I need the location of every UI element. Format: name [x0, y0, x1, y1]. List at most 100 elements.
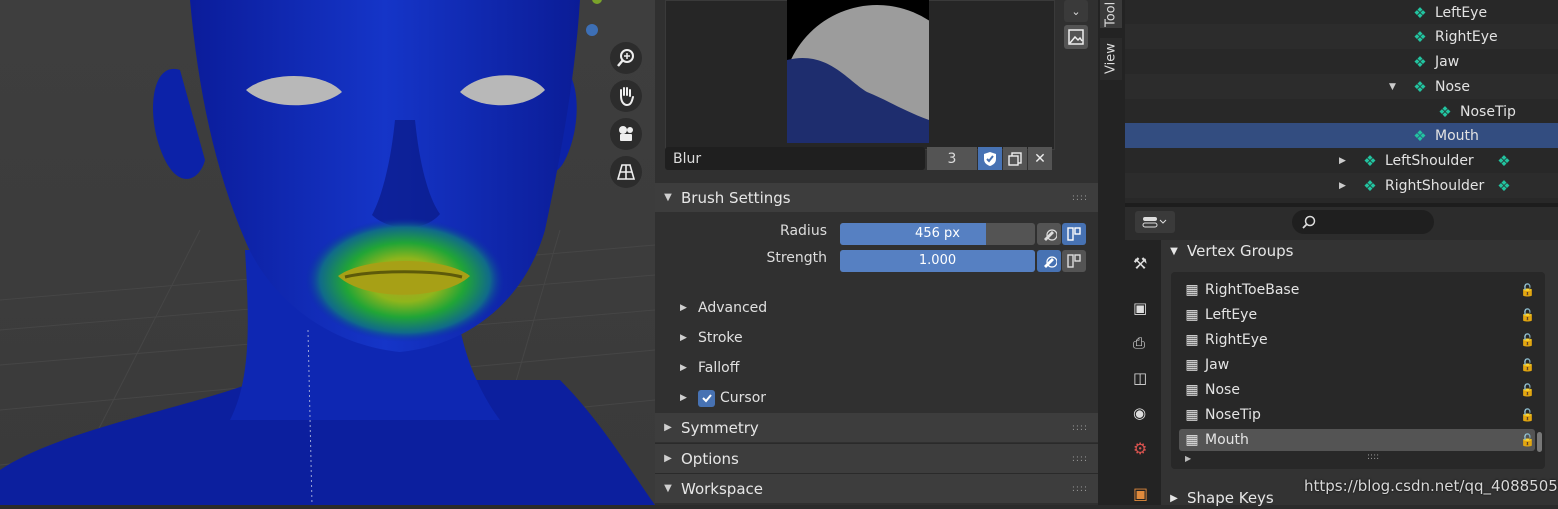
vertex-group-item-active[interactable]: ▦ Mouth 🔓 — [1179, 429, 1535, 451]
drag-grip-icon[interactable]: :::: — [1072, 193, 1088, 203]
radius-unified-button[interactable] — [1062, 223, 1086, 245]
brush-settings-header[interactable]: ▼ Brush Settings :::: — [655, 183, 1098, 212]
tool-tab-icon[interactable]: ⚒ — [1133, 254, 1147, 273]
cursor-checkbox[interactable] — [698, 389, 715, 407]
radius-value: 456 px — [915, 226, 960, 241]
unlock-icon[interactable]: 🔓 — [1520, 433, 1535, 447]
expand-triangle-icon[interactable]: ▼ — [1389, 82, 1411, 92]
vertex-group-icon: ▦ — [1185, 357, 1199, 373]
outliner-row-rightshoulder[interactable]: ▶ ❖ RightShoulder ❖ — [1125, 173, 1558, 198]
subpanel-falloff[interactable]: ▶ Falloff — [680, 357, 739, 379]
render-tab-icon[interactable]: ▣ — [1133, 299, 1147, 317]
strength-unified-button[interactable] — [1062, 250, 1086, 272]
camera-view-button[interactable] — [610, 118, 642, 150]
outliner-row-lefteye[interactable]: ❖ LeftEye — [1125, 0, 1558, 25]
workspace-header[interactable]: ▼ Workspace :::: — [655, 473, 1098, 503]
outliner: ❖ LeftEye ❖ RightEye ❖ Jaw ▼ ❖ Nose ❖ No… — [1125, 0, 1558, 203]
properties-tab-strip: ⚒ ▣ ⎙ ◫ ◉ ⚙ ▣ — [1125, 240, 1161, 505]
unlock-icon[interactable]: 🔓 — [1520, 408, 1535, 422]
zoom-button[interactable] — [610, 42, 642, 74]
list-scrollbar[interactable] — [1537, 432, 1542, 452]
drag-grip-icon[interactable]: :::: — [1072, 454, 1088, 464]
bone-icon: ❖ — [1413, 77, 1427, 96]
outliner-row-leftshoulder[interactable]: ▶ ❖ LeftShoulder ❖ — [1125, 148, 1558, 173]
perspective-toggle-button[interactable] — [610, 156, 642, 188]
editor-type-button[interactable] — [1135, 211, 1175, 233]
radius-pressure-button[interactable] — [1037, 223, 1061, 245]
strength-pressure-button[interactable] — [1037, 250, 1061, 272]
outliner-row-righteye[interactable]: ❖ RightEye — [1125, 24, 1558, 49]
fake-user-button[interactable] — [978, 147, 1002, 170]
unlock-icon[interactable]: 🔓 — [1520, 383, 1535, 397]
outliner-row-nose[interactable]: ▼ ❖ Nose — [1125, 74, 1558, 99]
sculpt-mesh-view — [0, 0, 655, 505]
subpanel-cursor[interactable]: ▶ Cursor — [680, 387, 766, 409]
world-tab-icon[interactable]: ⚙ — [1133, 439, 1147, 458]
scene-tab-icon[interactable]: ◉ — [1133, 404, 1146, 422]
chevron-down-icon: ⌄ — [1071, 4, 1081, 18]
options-header[interactable]: ▶ Options :::: — [655, 443, 1098, 473]
tool-settings-panel: ⌄ Blur 3 ✕ ▼ Brush Settings :::: Radius … — [655, 0, 1098, 505]
radius-label: Radius — [780, 223, 827, 239]
list-expand-triangle-icon[interactable]: ▶ — [1185, 454, 1191, 463]
unlock-icon[interactable]: 🔓 — [1520, 308, 1535, 322]
duplicate-brush-button[interactable] — [1003, 147, 1027, 170]
gizmo-z-dot[interactable] — [586, 24, 598, 36]
tab-view[interactable]: View — [1100, 38, 1122, 80]
vertex-group-item[interactable]: ▦ Nose 🔓 — [1179, 379, 1535, 401]
bone-icon: ❖ — [1363, 151, 1377, 170]
image-icon — [1068, 29, 1084, 45]
checkmark-icon — [701, 394, 712, 403]
bone-icon: ❖ — [1413, 52, 1427, 71]
vertex-groups-header[interactable]: ▼ Vertex Groups — [1161, 240, 1558, 262]
triangle-down-icon: ▼ — [664, 483, 672, 494]
watermark-text: https://blog.csdn.net/qq_40885056 — [1304, 477, 1558, 495]
unlock-icon[interactable]: 🔓 — [1520, 283, 1535, 297]
brush-menu-button[interactable]: ⌄ — [1064, 0, 1088, 22]
vertex-group-icon: ▦ — [1185, 407, 1199, 423]
view-layer-tab-icon[interactable]: ◫ — [1133, 369, 1147, 387]
symmetry-header[interactable]: ▶ Symmetry :::: — [655, 413, 1098, 442]
subpanel-stroke[interactable]: ▶ Stroke — [680, 327, 743, 349]
vertex-group-item[interactable]: ▦ Jaw 🔓 — [1179, 354, 1535, 376]
vertex-group-item[interactable]: ▦ RightEye 🔓 — [1179, 329, 1535, 351]
brush-thumbnail[interactable] — [787, 0, 929, 143]
unlock-icon[interactable]: 🔓 — [1520, 358, 1535, 372]
bone-icon: ❖ — [1413, 3, 1427, 22]
vertex-group-icon: ▦ — [1185, 332, 1199, 348]
object-tab-icon[interactable]: ▣ — [1133, 484, 1148, 503]
tab-tool[interactable]: Tool — [1100, 0, 1122, 28]
vertex-group-list[interactable]: ▦ RightToeBase 🔓 ▦ LeftEye 🔓 ▦ RightEye … — [1171, 272, 1545, 469]
list-resize-grip-icon[interactable]: :::: — [1367, 452, 1379, 462]
unlink-brush-button[interactable]: ✕ — [1028, 147, 1052, 170]
vertex-group-item[interactable]: ▦ NoseTip 🔓 — [1179, 404, 1535, 426]
duplicate-icon — [1008, 151, 1022, 166]
unified-settings-icon — [1067, 227, 1081, 241]
collapse-triangle-icon[interactable]: ▶ — [1339, 156, 1361, 166]
triangle-down-icon: ▼ — [1170, 245, 1178, 257]
close-icon: ✕ — [1034, 150, 1046, 167]
unlock-icon[interactable]: 🔓 — [1520, 333, 1535, 347]
brush-name-field[interactable]: Blur — [665, 147, 925, 170]
strength-slider[interactable]: 1.000 — [840, 250, 1035, 272]
3d-viewport[interactable] — [0, 0, 655, 505]
pan-button[interactable] — [610, 80, 642, 112]
perspective-grid-icon — [616, 164, 636, 180]
triangle-right-icon: ▶ — [680, 303, 687, 313]
outliner-row-mouth[interactable]: ❖ Mouth — [1125, 123, 1558, 148]
outliner-row-nosetip[interactable]: ❖ NoseTip — [1125, 99, 1558, 124]
subpanel-advanced[interactable]: ▶ Advanced — [680, 297, 767, 319]
zoom-icon — [617, 49, 634, 67]
drag-grip-icon[interactable]: :::: — [1072, 423, 1088, 433]
output-tab-icon[interactable]: ⎙ — [1133, 334, 1145, 352]
bone-icon: ❖ — [1363, 176, 1377, 195]
brush-image-button[interactable] — [1064, 25, 1088, 49]
properties-search-input[interactable] — [1292, 210, 1434, 234]
brush-users-count[interactable]: 3 — [927, 147, 977, 170]
vertex-group-item[interactable]: ▦ LeftEye 🔓 — [1179, 304, 1535, 326]
radius-slider[interactable]: 456 px — [840, 223, 1035, 245]
drag-grip-icon[interactable]: :::: — [1072, 484, 1088, 494]
collapse-triangle-icon[interactable]: ▶ — [1339, 181, 1361, 191]
vertex-group-item[interactable]: ▦ RightToeBase 🔓 — [1179, 279, 1535, 301]
outliner-row-jaw[interactable]: ❖ Jaw — [1125, 49, 1558, 74]
